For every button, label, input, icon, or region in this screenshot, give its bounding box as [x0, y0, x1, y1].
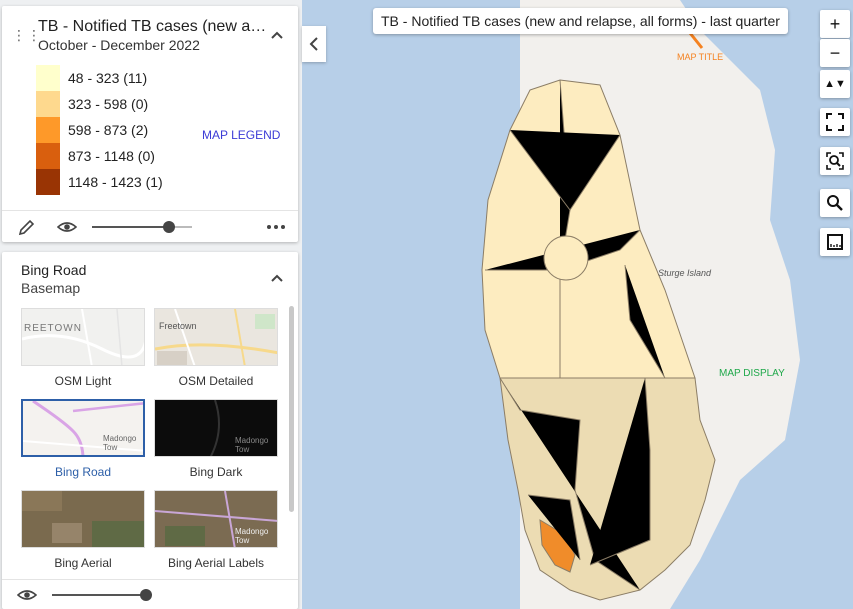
thumbnail-place-label: Madongo Tow	[235, 436, 269, 454]
basemap-osm-light[interactable]: REETOWN OSM Light	[21, 308, 145, 396]
basemap-thumbnail: Madongo Tow	[154, 399, 278, 457]
map-display-annotation: MAP DISPLAY	[719, 368, 785, 379]
basemap-label: OSM Light	[54, 374, 112, 388]
chevron-left-icon	[309, 37, 318, 51]
compass-icon: ▲▼	[824, 78, 846, 90]
legend-item: 1148 - 1423 (1)	[36, 169, 163, 195]
layer-title: TB - Notified TB cases (new and relapse,…	[38, 18, 270, 35]
basemap-label: OSM Detailed	[178, 374, 254, 388]
legend-item: 873 - 1148 (0)	[36, 143, 163, 169]
map-thumbnail-icon	[155, 309, 277, 365]
legend-label: 48 - 323 (11)	[68, 70, 148, 86]
layer-period: October - December 2022	[38, 37, 200, 53]
basemap-label: Bing Dark	[189, 465, 243, 479]
legend-swatch	[36, 91, 60, 117]
opacity-slider[interactable]	[92, 226, 169, 228]
legend-label: 873 - 1148 (0)	[68, 148, 155, 164]
search-button[interactable]	[820, 189, 850, 217]
thumbnail-place-label: REETOWN	[24, 323, 82, 334]
opacity-slider-handle[interactable]	[163, 221, 175, 233]
legend-item: 598 - 873 (2)	[36, 117, 163, 143]
basemap-label: Bing Aerial	[54, 556, 112, 570]
map-title: TB - Notified TB cases (new and relapse,…	[373, 8, 788, 34]
thematic-layer-card: ⋮⋮ TB - Notified TB cases (new and relap…	[2, 6, 298, 242]
chevron-up-icon[interactable]	[270, 28, 284, 42]
basemap-osm-detailed[interactable]: Freetown OSM Detailed	[154, 308, 278, 396]
sidebar-collapse-button[interactable]	[302, 26, 326, 62]
basemap-thumbnail: Madongo Tow	[154, 490, 278, 548]
visibility-icon[interactable]	[17, 585, 37, 605]
map-title-annotation: MAP TITLE	[677, 52, 724, 62]
basemap-thumbnail: Freetown	[154, 308, 278, 366]
legend-swatch	[36, 117, 60, 143]
basemap-opacity-slider-handle[interactable]	[140, 589, 152, 601]
thumbnail-place-label: Madongo Tow	[103, 434, 137, 452]
legend-item: 48 - 323 (11)	[36, 65, 163, 91]
compass-button[interactable]: ▲▼	[820, 70, 850, 98]
sidebar: ⋮⋮ TB - Notified TB cases (new and relap…	[0, 0, 302, 609]
legend-swatch	[36, 65, 60, 91]
zoom-to-content-button[interactable]	[820, 147, 850, 175]
map-display[interactable]: Sturge Island MAP DISPLAY MAP TITLE	[302, 0, 853, 609]
basemap-thumbnail: Madongo Tow	[21, 399, 145, 457]
fullscreen-button[interactable]	[820, 108, 850, 136]
legend-item: 323 - 598 (0)	[36, 91, 163, 117]
thumbnail-place-label: Madongo Tow	[235, 527, 269, 545]
basemap-opacity-slider[interactable]	[52, 594, 144, 596]
basemap-bing-dark[interactable]: Madongo Tow Bing Dark	[154, 399, 278, 487]
layer-toolbar	[2, 210, 298, 242]
map-thumbnail-icon	[22, 309, 144, 365]
place-label: Sturge Island	[658, 268, 712, 278]
chevron-up-icon[interactable]	[270, 271, 284, 285]
legend-label: 323 - 598 (0)	[68, 96, 149, 112]
basemap-card: Bing Road Basemap REETOWN OSM Light Free…	[2, 252, 298, 609]
basemap-scrollbar[interactable]	[289, 306, 294, 512]
more-options-icon[interactable]	[266, 217, 286, 237]
zoom-extent-icon	[826, 152, 844, 170]
zoom-out-button[interactable]: −	[820, 39, 850, 67]
basemap-bing-aerial-labels[interactable]: Madongo Tow Bing Aerial Labels	[154, 490, 278, 578]
legend-label: 1148 - 1423 (1)	[68, 174, 163, 190]
basemap-title: Bing Road	[21, 262, 87, 278]
basemap-bing-road[interactable]: Madongo Tow Bing Road	[21, 399, 145, 487]
search-icon	[827, 195, 843, 211]
legend-annotation: MAP LEGEND	[202, 128, 281, 142]
fullscreen-icon	[826, 113, 844, 131]
basemap-thumbnail: REETOWN	[21, 308, 145, 366]
legend-swatch	[36, 169, 60, 195]
basemap-thumbnail	[21, 490, 145, 548]
legend-swatch	[36, 143, 60, 169]
basemap-label: Bing Aerial Labels	[167, 556, 265, 570]
map-thumbnail-icon	[22, 491, 144, 547]
map-canvas	[481, 0, 800, 609]
legend-list: 48 - 323 (11) 323 - 598 (0) 598 - 873 (2…	[36, 65, 163, 195]
legend-label: 598 - 873 (2)	[68, 122, 149, 138]
visibility-icon[interactable]	[57, 217, 77, 237]
edit-icon[interactable]	[17, 217, 37, 237]
basemap-label: Bing Road	[54, 465, 112, 479]
measure-button[interactable]	[820, 228, 850, 256]
thumbnail-place-label: Freetown	[159, 321, 197, 331]
ruler-icon	[827, 234, 843, 250]
basemap-subtitle: Basemap	[21, 280, 81, 296]
basemap-toolbar	[2, 579, 298, 609]
basemap-bing-aerial[interactable]: Bing Aerial	[21, 490, 145, 578]
zoom-in-button[interactable]: +	[820, 10, 850, 38]
